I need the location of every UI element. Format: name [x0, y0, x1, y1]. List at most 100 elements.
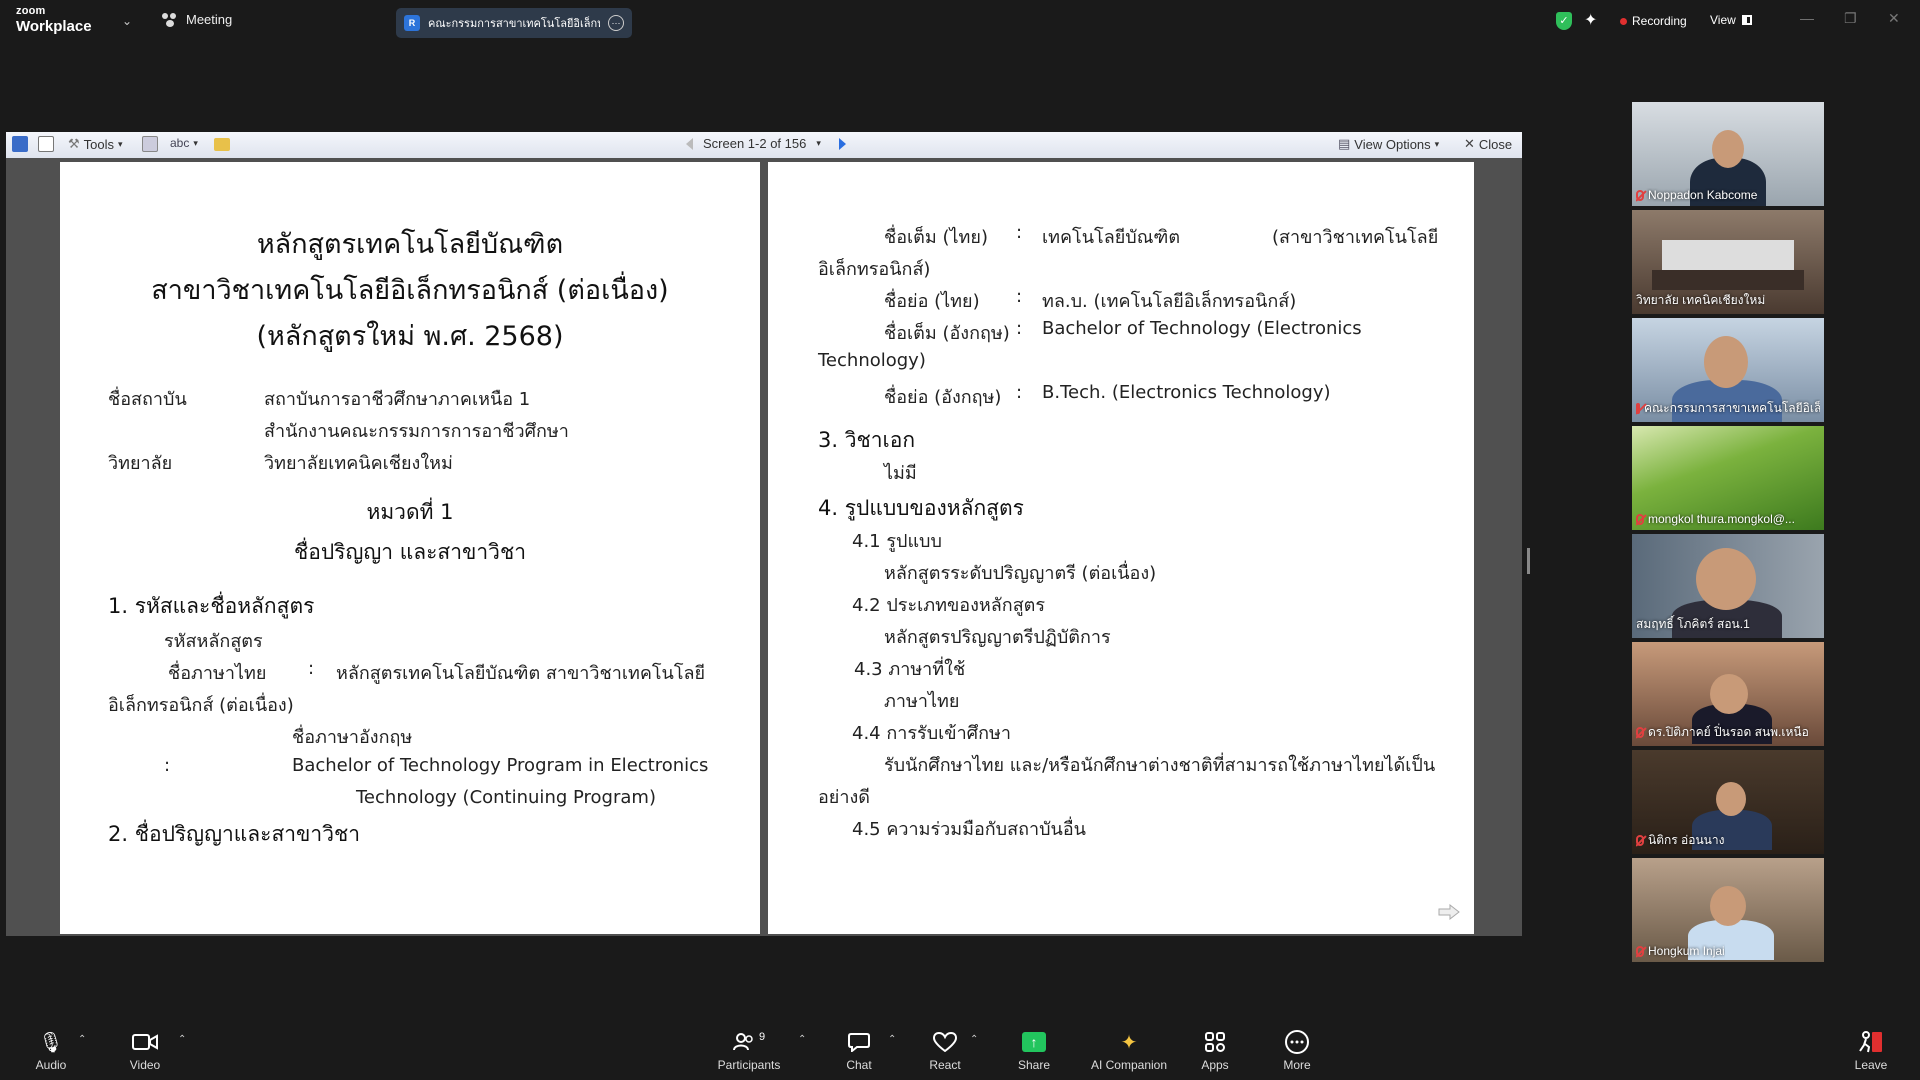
ai-companion-icon[interactable]: ✦ [1584, 10, 1597, 30]
screen-navigator: Screen 1-2 of 156 ▾ [686, 136, 846, 151]
share-button[interactable]: ↑ Share [989, 1030, 1079, 1072]
leave-label: Leave [1854, 1058, 1888, 1072]
zoom-workplace-logo[interactable]: zoom Workplace [16, 5, 92, 35]
view-button[interactable]: View [1710, 13, 1752, 27]
chevron-down-icon[interactable]: ⌄ [122, 14, 132, 28]
abbr-english-label: ชื่อย่อ (อังกฤษ) [884, 387, 1002, 408]
college-value: วิทยาลัยเทคนิคเชียงใหม่ [264, 453, 453, 474]
chat-options-caret[interactable]: ⌃ [888, 1034, 896, 1045]
muted-mic-icon [1636, 513, 1644, 525]
section-1-heading: 1. รหัสและชื่อหลักสูตร [108, 594, 315, 618]
colon: : [308, 658, 315, 679]
minimize-icon[interactable]: — [1800, 10, 1814, 26]
shared-screen: ⚒ Tools ▾ abc ▾ Screen 1-2 of 156 ▾ ▤ Vie… [6, 132, 1522, 936]
more-label: More [1283, 1058, 1311, 1072]
participant-tile[interactable]: Noppadon Kabcome [1632, 102, 1824, 206]
brand-small: zoom [16, 5, 46, 17]
previous-screen-icon[interactable] [686, 137, 693, 150]
screen-label[interactable]: Screen 1-2 of 156 [703, 136, 806, 151]
video-options-caret[interactable]: ⌃ [178, 1034, 186, 1045]
participants-label: Participants [717, 1058, 781, 1072]
react-options-caret[interactable]: ⌃ [970, 1034, 978, 1045]
participants-button[interactable]: 9 Participants [704, 1030, 794, 1072]
more-button[interactable]: More [1252, 1030, 1342, 1072]
close-icon: ✕ [1464, 136, 1475, 151]
chapter-title: ชื่อปริญญา และสาขาวิชา [293, 540, 526, 564]
muted-mic-icon [1636, 189, 1644, 201]
tools-menu[interactable]: ⚒ Tools ▾ [68, 136, 123, 152]
section-4-4-cont: อย่างดี [818, 787, 870, 808]
chevron-down-icon[interactable]: ▾ [816, 138, 821, 149]
next-screen-icon[interactable] [838, 137, 846, 150]
panel-resize-handle[interactable] [1527, 548, 1530, 574]
participant-tile[interactable]: คณะกรรมการสาขาเทคโนโลยีอิเล็... [1632, 318, 1824, 422]
participant-tile[interactable]: mongkol thura.mongkol@... [1632, 426, 1824, 530]
research-icon[interactable] [142, 136, 158, 152]
ai-companion-button[interactable]: ✦ AI Companion [1084, 1030, 1174, 1073]
participant-tile-active-speaker[interactable]: วิทยาลัย เทคนิคเชียงใหม่ [1632, 210, 1824, 314]
save-icon[interactable] [12, 136, 28, 152]
view-options-menu[interactable]: ▤ View Options ▾ [1338, 136, 1439, 152]
preview-icon[interactable] [38, 136, 54, 152]
shared-screen-title: คณะกรรมการสาขาเทคโนโลยีอิเล็กทรอนิ [428, 18, 600, 30]
share-label: Share [1017, 1058, 1051, 1072]
brand-large: Workplace [16, 18, 92, 35]
participant-tile[interactable]: นิติกร อ่อนนาง [1632, 750, 1824, 854]
close-window-icon[interactable]: ✕ [1888, 10, 1900, 27]
full-name-english-cont: Technology) [818, 350, 926, 371]
view-options-icon: ▤ [1338, 136, 1351, 151]
chat-label: Chat [846, 1058, 872, 1072]
audio-options-caret[interactable]: ⌃ [78, 1034, 86, 1045]
apps-button[interactable]: Apps [1170, 1030, 1260, 1072]
major-value: ไม่มี [884, 463, 917, 484]
institution-label: ชื่อสถาบัน [108, 389, 187, 410]
participant-name: สมฤทธิ์ โภคิตร์ สอน.1 [1636, 617, 1750, 631]
shared-screen-tab[interactable]: R คณะกรรมการสาขาเทคโนโลยีอิเล็กทรอนิ ··· [396, 8, 632, 38]
maximize-icon[interactable]: ❐ [1844, 10, 1857, 27]
tools-label: Tools [83, 136, 115, 152]
close-reading-button[interactable]: ✕ Close [1464, 136, 1512, 152]
participant-name: วิทยาลัย เทคนิคเชียงใหม่ [1636, 293, 1766, 307]
english-name-label: ชื่อภาษาอังกฤษ [292, 727, 413, 748]
grid-icon [1741, 15, 1752, 25]
next-page-arrow-icon[interactable] [1438, 904, 1460, 920]
section-4-2-value: หลักสูตรปริญญาตรีปฏิบัติการ [884, 627, 1111, 648]
english-name-value-1: Bachelor of Technology Program in Electr… [292, 755, 709, 776]
thai-name-label: ชื่อภาษาไทย [168, 663, 267, 684]
leave-button[interactable]: Leave [1826, 1030, 1916, 1072]
full-name-thai-label: ชื่อเต็ม (ไทย) [884, 227, 988, 248]
participant-name: Noppadon Kabcome [1648, 188, 1758, 202]
recording-label: Recording [1632, 14, 1687, 28]
institution-value-1: สถาบันการอาชีวศึกษาภาคเหนือ 1 [264, 389, 531, 410]
muted-mic-icon [1636, 945, 1644, 957]
full-name-english-value: Bachelor of Technology (Electronics [1042, 318, 1362, 339]
encryption-shield-icon[interactable]: ✓ [1556, 12, 1572, 30]
participants-options-caret[interactable]: ⌃ [798, 1034, 806, 1045]
spelling-icon[interactable]: abc ▾ [170, 136, 198, 150]
section-4-4-value: รับนักศึกษาไทย และ/หรือนักศึกษาต่างชาติท… [884, 755, 1436, 776]
doc-title-1: หลักสูตรเทคโนโลยีบัณฑิต [256, 229, 564, 260]
chat-icon [848, 1030, 870, 1054]
participant-name: Hongkum Injai [1648, 944, 1725, 958]
folder-icon[interactable] [214, 136, 230, 151]
muted-mic-icon [1636, 835, 1644, 846]
view-label: View [1710, 13, 1736, 27]
meeting-label: Meeting [186, 12, 233, 27]
meeting-menu[interactable]: Meeting [162, 12, 232, 27]
recording-indicator[interactable]: Recording [1620, 14, 1687, 28]
video-button[interactable]: Video [100, 1030, 190, 1072]
chevron-down-icon: ▾ [1434, 138, 1440, 149]
participant-tile[interactable]: ดร.ปิติภาคย์ ปิ่นรอด สนพ.เหนือ [1632, 642, 1824, 746]
full-name-thai-extra: (สาขาวิชาเทคโนโลยี [1272, 227, 1439, 248]
viewer-toolbar: ⚒ Tools ▾ abc ▾ Screen 1-2 of 156 ▾ ▤ Vie… [6, 132, 1522, 158]
thai-name-continued: อิเล็กทรอนิกส์ (ต่อเนื่อง) [108, 695, 294, 716]
abbr-thai-label: ชื่อย่อ (ไทย) [884, 291, 980, 312]
video-label: Video [129, 1058, 161, 1072]
muted-mic-icon [1636, 403, 1640, 414]
institution-value-2: สำนักงานคณะกรรมการการอาชีวศึกษา [264, 421, 569, 442]
participant-tile[interactable]: สมฤทธิ์ โภคิตร์ สอน.1 [1632, 534, 1824, 638]
participant-tile[interactable]: Hongkum Injai [1632, 858, 1824, 962]
college-label: วิทยาลัย [108, 453, 173, 474]
more-options-icon[interactable]: ··· [608, 15, 624, 31]
section-4-5: 4.5 ความร่วมมือกับสถาบันอื่น [852, 819, 1086, 840]
